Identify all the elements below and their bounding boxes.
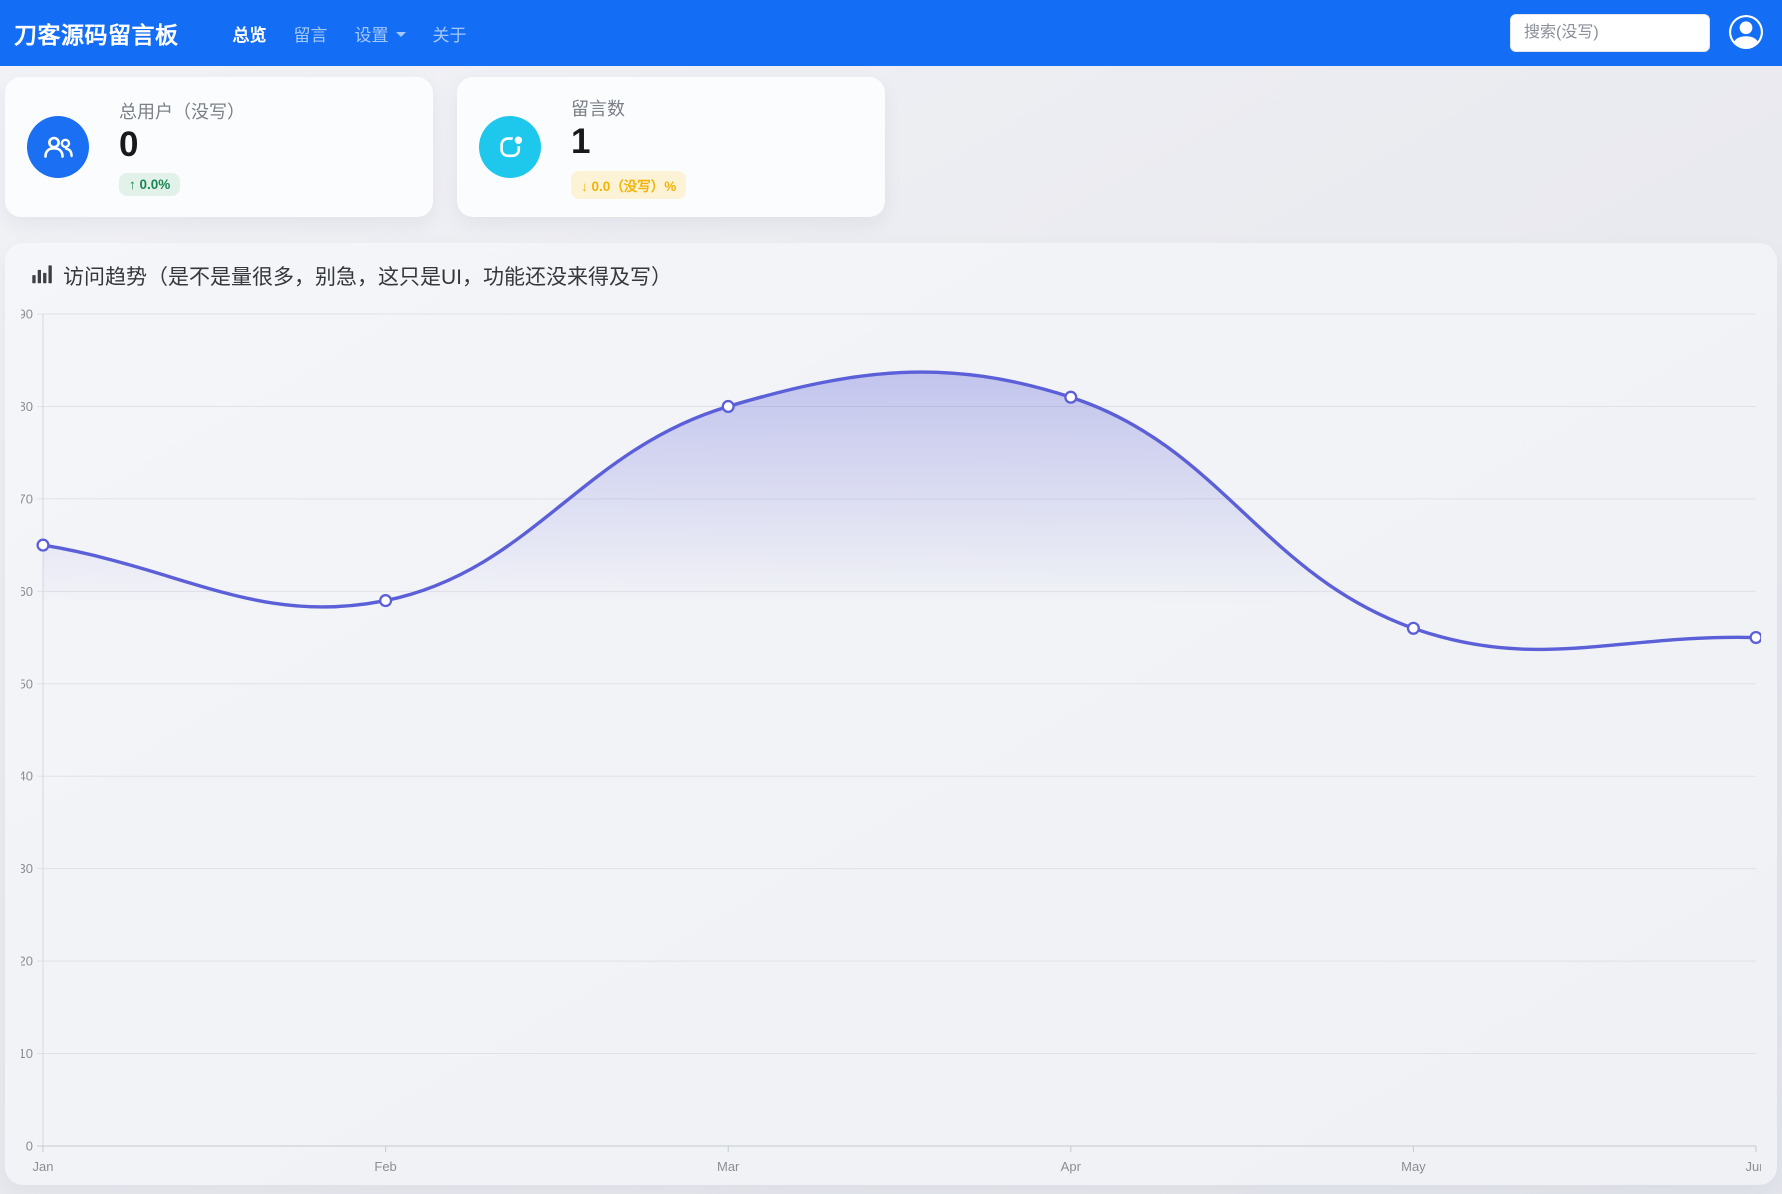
stat-badge-messages: ↓ 0.0（没写）% [571, 171, 686, 199]
svg-text:Feb: Feb [374, 1159, 396, 1174]
svg-text:Jun: Jun [1746, 1159, 1761, 1174]
svg-text:40: 40 [21, 769, 33, 784]
svg-text:90: 90 [21, 307, 33, 322]
stat-title-messages: 留言数 [571, 95, 625, 121]
stat-body-messages: 留言数 1 ↓ 0.0（没写）% [571, 95, 686, 198]
main-content: 总用户（没写） 0 ↑ 0.0% 留言数 1 ↓ 0.0（没写）% [0, 77, 1782, 1185]
navbar-right [1510, 14, 1764, 52]
search-input[interactable] [1510, 14, 1710, 52]
person-circle-icon [1729, 15, 1763, 52]
stat-title-users: 总用户（没写） [119, 98, 245, 124]
svg-text:60: 60 [21, 584, 33, 599]
nav-links: 总览 留言 设置 关于 [233, 21, 467, 46]
svg-text:Jan: Jan [33, 1159, 54, 1174]
people-icon [27, 116, 89, 178]
svg-text:80: 80 [21, 399, 33, 414]
trend-card: 访问趋势（是不是量很多，别急，这只是UI，功能还没来得及写） 0 10 20 30 40… [5, 243, 1777, 1185]
chevron-down-icon [396, 32, 406, 37]
brand[interactable]: 刀客源码留言板 [14, 16, 179, 50]
svg-text:50: 50 [21, 676, 33, 691]
navbar: 刀客源码留言板 总览 留言 设置 关于 [0, 0, 1782, 66]
nav-item-overview[interactable]: 总览 [233, 21, 267, 46]
stat-card-messages: 留言数 1 ↓ 0.0（没写）% [457, 77, 885, 217]
svg-text:Apr: Apr [1061, 1159, 1082, 1174]
message-indicator-icon [479, 116, 541, 178]
trend-line-chart: 0 10 20 30 40 50 60 70 80 90 Jan Feb Mar Apr May Jun [21, 293, 1761, 1181]
nav-item-settings-label: 设置 [355, 21, 389, 46]
user-avatar-button[interactable] [1728, 15, 1764, 51]
stat-badge-users: ↑ 0.0% [119, 173, 180, 196]
svg-text:30: 30 [21, 861, 33, 876]
svg-text:0: 0 [26, 1139, 33, 1154]
stats-row: 总用户（没写） 0 ↑ 0.0% 留言数 1 ↓ 0.0（没写）% [5, 77, 1777, 217]
nav-item-about[interactable]: 关于 [433, 21, 467, 46]
stat-card-users: 总用户（没写） 0 ↑ 0.0% [5, 77, 433, 217]
chart-title: 访问趋势（是不是量很多，别急，这只是UI，功能还没来得及写） [63, 261, 672, 291]
svg-text:70: 70 [21, 491, 33, 506]
svg-text:Mar: Mar [717, 1159, 740, 1174]
stat-body-users: 总用户（没写） 0 ↑ 0.0% [119, 98, 245, 196]
svg-text:10: 10 [21, 1046, 33, 1061]
bar-chart-icon [31, 263, 53, 290]
stat-value-messages: 1 [571, 122, 590, 162]
stat-value-users: 0 [119, 125, 138, 165]
nav-item-messages[interactable]: 留言 [294, 21, 328, 46]
svg-text:May: May [1401, 1159, 1426, 1174]
svg-text:20: 20 [21, 954, 33, 969]
nav-item-settings[interactable]: 设置 [355, 21, 406, 46]
chart-title-row: 访问趋势（是不是量很多，别急，这只是UI，功能还没来得及写） [21, 253, 1761, 293]
